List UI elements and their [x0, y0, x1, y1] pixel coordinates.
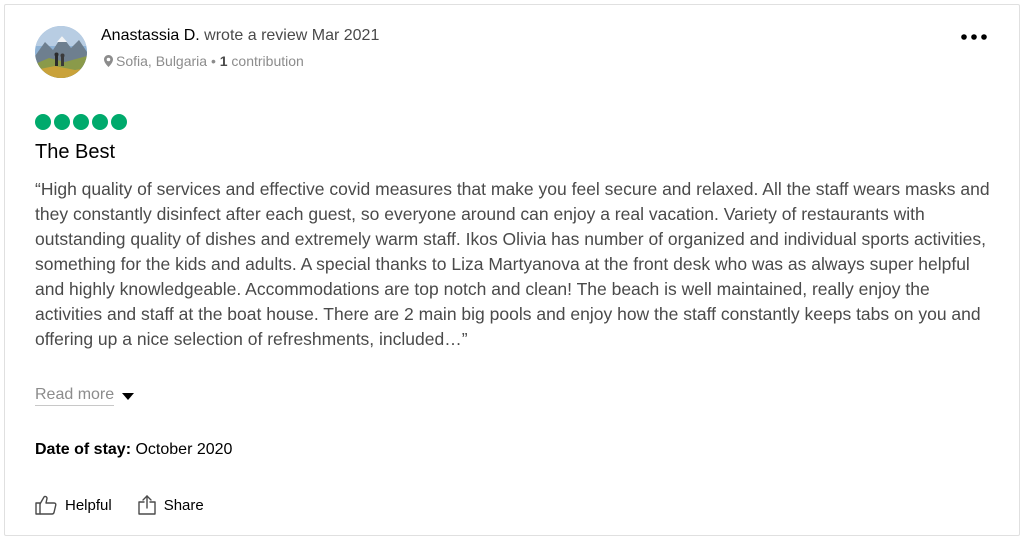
review-header: Anastassia D. wrote a review Mar 2021 [101, 27, 379, 45]
rating-bubble [111, 114, 127, 130]
helpful-button[interactable]: Helpful [35, 495, 112, 515]
thumbs-up-icon [35, 495, 57, 515]
date-of-stay: Date of stay: October 2020 [35, 441, 232, 459]
meta-separator: • [207, 53, 220, 69]
read-more-button[interactable]: Read more [35, 386, 135, 406]
helpful-label: Helpful [65, 496, 112, 514]
avatar-photo [35, 26, 87, 78]
rating-bubble [35, 114, 51, 130]
author-location: Sofia, Bulgaria [116, 53, 208, 69]
review-actions: Helpful Share [35, 495, 204, 515]
caret-down-icon [122, 392, 135, 400]
more-options-button[interactable] [958, 26, 990, 46]
avatar[interactable] [35, 26, 87, 78]
share-label: Share [163, 496, 204, 514]
more-horizontal-icon [961, 27, 987, 45]
contributions-label: contribution [227, 53, 304, 69]
share-button[interactable]: Share [138, 495, 204, 515]
rating-bubble [73, 114, 89, 130]
review-title[interactable]: The Best [35, 141, 115, 164]
share-icon [138, 495, 156, 515]
review-action-text: wrote a review Mar 2021 [199, 27, 380, 44]
date-of-stay-label: Date of stay: [35, 441, 132, 458]
date-of-stay-value: October 2020 [131, 441, 233, 458]
read-more-label: Read more [35, 386, 115, 406]
contributions-count: 1 [219, 53, 228, 69]
rating-bubble [92, 114, 108, 130]
rating-bubble [54, 114, 70, 130]
review-body: “High quality of services and effective … [35, 179, 990, 349]
rating-bubbles [35, 114, 127, 130]
author-name[interactable]: Anastassia D. [101, 27, 200, 44]
map-pin-icon [104, 55, 113, 67]
author-meta: Sofia, Bulgaria • 1 contribution [104, 53, 304, 69]
